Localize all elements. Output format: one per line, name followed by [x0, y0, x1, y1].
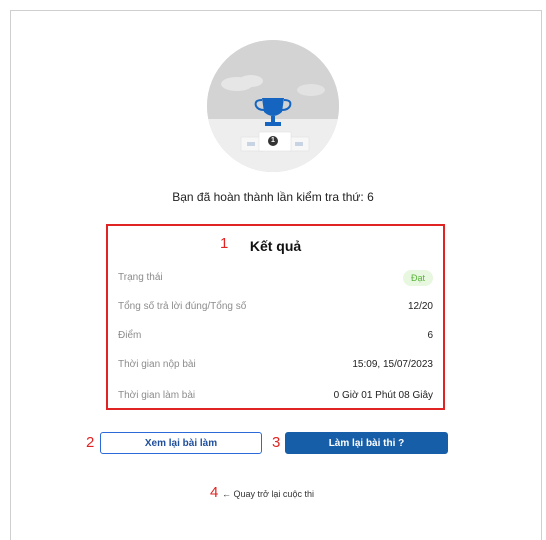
back-to-contest-link[interactable]: ← Quay trở lại cuộc thi	[222, 488, 314, 500]
submit-time-value: 15:09, 15/07/2023	[352, 359, 433, 370]
result-title: Kết quả	[249, 238, 302, 254]
score-value: 6	[427, 330, 433, 341]
retake-exam-button[interactable]: Làm lại bài thi ?	[285, 432, 448, 454]
correct-label: Tổng số trả lời đúng/Tổng số	[118, 301, 247, 312]
annotation-marker-3: 3	[272, 434, 281, 451]
completion-message: Bạn đã hoàn thành lần kiểm tra thứ: 6	[172, 190, 374, 204]
status-badge: Đạt	[402, 270, 433, 286]
podium-rank: 1	[271, 137, 275, 144]
annotation-marker-2: 2	[86, 434, 95, 451]
correct-value: 12/20	[407, 301, 433, 312]
result-row-status: Trạng thái Đạt	[118, 270, 433, 286]
back-link-label: Quay trở lại cuộc thi	[233, 489, 314, 499]
rank-medal-icon	[268, 136, 278, 146]
review-submission-button[interactable]: Xem lại bài làm	[100, 432, 262, 454]
result-row-submit-time: Thời gian nộp bài 15:09, 15/07/2023	[118, 357, 433, 373]
result-row-duration: Thời gian làm bài 0 Giờ 01 Phút 08 Giây	[118, 388, 433, 404]
trophy-illustration: 1	[207, 40, 339, 172]
result-card: 1 Kết quả Trạng thái Đạt Tổng số trả lời…	[106, 224, 445, 410]
score-label: Điểm	[118, 330, 142, 341]
arrow-left-icon: ←	[222, 489, 231, 499]
duration-label: Thời gian làm bài	[118, 390, 196, 401]
result-row-correct: Tổng số trả lời đúng/Tổng số 12/20	[118, 299, 433, 315]
submit-time-label: Thời gian nộp bài	[118, 359, 196, 370]
duration-value: 0 Giờ 01 Phút 08 Giây	[333, 390, 433, 401]
status-label: Trạng thái	[118, 272, 163, 283]
annotation-marker-4: 4	[210, 484, 219, 501]
result-row-score: Điểm 6	[118, 328, 433, 344]
